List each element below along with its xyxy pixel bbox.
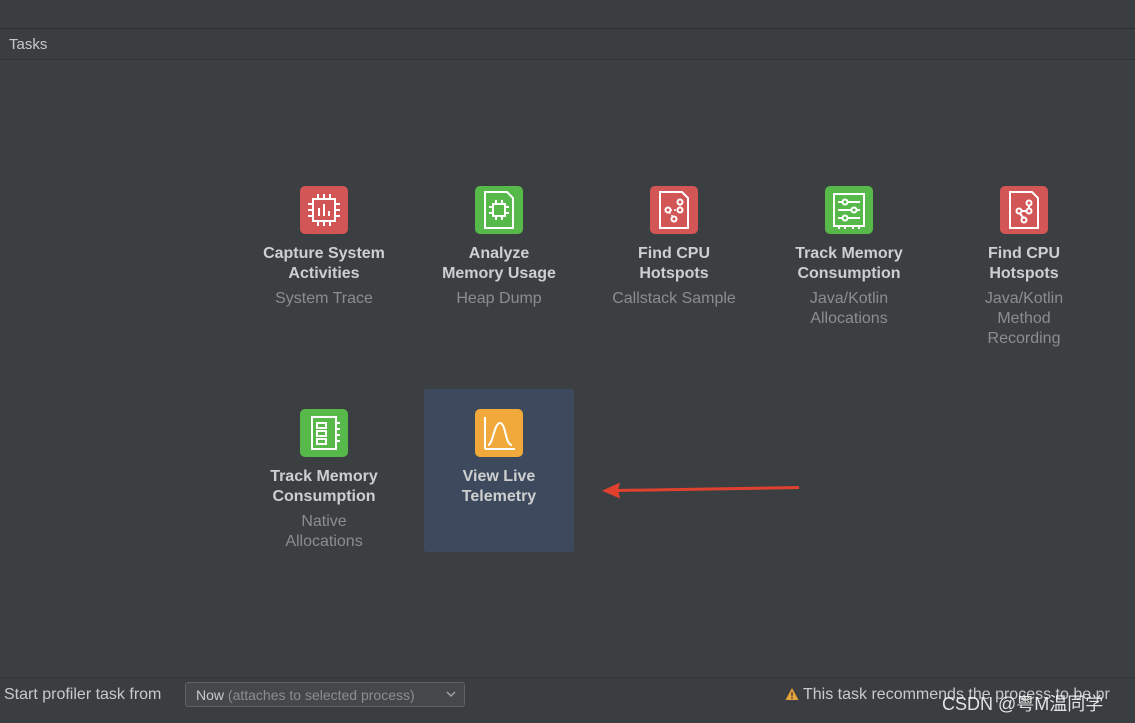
task-title-line1: Find CPU bbox=[988, 245, 1060, 262]
task-title-line2: Activities bbox=[288, 265, 360, 282]
task-track-memory-native[interactable]: Track Memory Consumption Native Allocati… bbox=[249, 408, 399, 558]
task-subtitle-line2: Allocations bbox=[285, 533, 363, 550]
task-title-line1: Track Memory bbox=[795, 245, 903, 262]
tasks-title: Tasks bbox=[9, 36, 48, 53]
task-title-line2: Telemetry bbox=[461, 488, 537, 505]
task-subtitle-line2: Method bbox=[997, 310, 1051, 327]
chevron-down-icon bbox=[446, 691, 456, 698]
native-memory-icon bbox=[300, 409, 348, 457]
task-track-memory-java-kotlin[interactable]: Track Memory Consumption Java/Kotlin All… bbox=[774, 185, 924, 345]
warning-icon bbox=[785, 688, 799, 700]
watermark-text: CSDN @粤M温同学 bbox=[942, 694, 1104, 714]
task-title-line2: Memory Usage bbox=[442, 265, 556, 282]
top-toolbar bbox=[0, 0, 1135, 29]
cpu-chip-icon bbox=[300, 186, 348, 234]
tasks-header: Tasks bbox=[0, 29, 1135, 60]
annotation-arrow-icon bbox=[602, 482, 800, 499]
task-analyze-memory-usage[interactable]: Analyze Memory Usage Heap Dump bbox=[424, 185, 574, 325]
task-title-line2: Consumption bbox=[797, 265, 901, 282]
task-view-live-telemetry[interactable]: View Live Telemetry bbox=[424, 389, 574, 552]
live-chart-icon bbox=[475, 409, 523, 457]
method-trace-file-icon bbox=[1000, 186, 1048, 234]
task-title-line2: Consumption bbox=[272, 488, 376, 505]
memory-module-icon bbox=[825, 186, 873, 234]
dropdown-value-wrap: Now (attaches to selected process) bbox=[196, 687, 415, 703]
task-subtitle-line3: Recording bbox=[987, 330, 1061, 347]
task-subtitle: System Trace bbox=[275, 290, 373, 307]
task-subtitle-line2: Allocations bbox=[810, 310, 888, 327]
task-title-line1: Find CPU bbox=[638, 245, 710, 262]
task-title-line1: View Live bbox=[462, 468, 536, 485]
task-title-line1: Analyze bbox=[468, 245, 530, 262]
task-title-line1: Track Memory bbox=[270, 468, 378, 485]
memory-chip-icon bbox=[475, 186, 523, 234]
task-subtitle: Callstack Sample bbox=[612, 290, 736, 307]
task-subtitle-line1: Native bbox=[301, 513, 347, 530]
task-find-cpu-hotspots-callstack[interactable]: Find CPU Hotspots Callstack Sample bbox=[599, 185, 749, 325]
task-find-cpu-hotspots-method[interactable]: Find CPU Hotspots Java/Kotlin Method Rec… bbox=[949, 185, 1099, 355]
dropdown-value: Now bbox=[196, 687, 225, 703]
task-title-line2: Hotspots bbox=[639, 265, 709, 282]
task-capture-system-activities[interactable]: Capture System Activities System Trace bbox=[249, 185, 399, 325]
dropdown-hint: (attaches to selected process) bbox=[227, 687, 415, 703]
start-task-dropdown[interactable]: Now (attaches to selected process) bbox=[185, 682, 465, 707]
start-task-label: Start profiler task from bbox=[4, 686, 162, 703]
task-title-line2: Hotspots bbox=[989, 265, 1059, 282]
task-title-line1: Capture System bbox=[263, 245, 385, 262]
task-subtitle-line1: Java/Kotlin bbox=[984, 290, 1064, 307]
task-subtitle-line1: Java/Kotlin bbox=[809, 290, 889, 307]
task-subtitle: Heap Dump bbox=[456, 290, 542, 307]
callstack-file-icon bbox=[650, 186, 698, 234]
